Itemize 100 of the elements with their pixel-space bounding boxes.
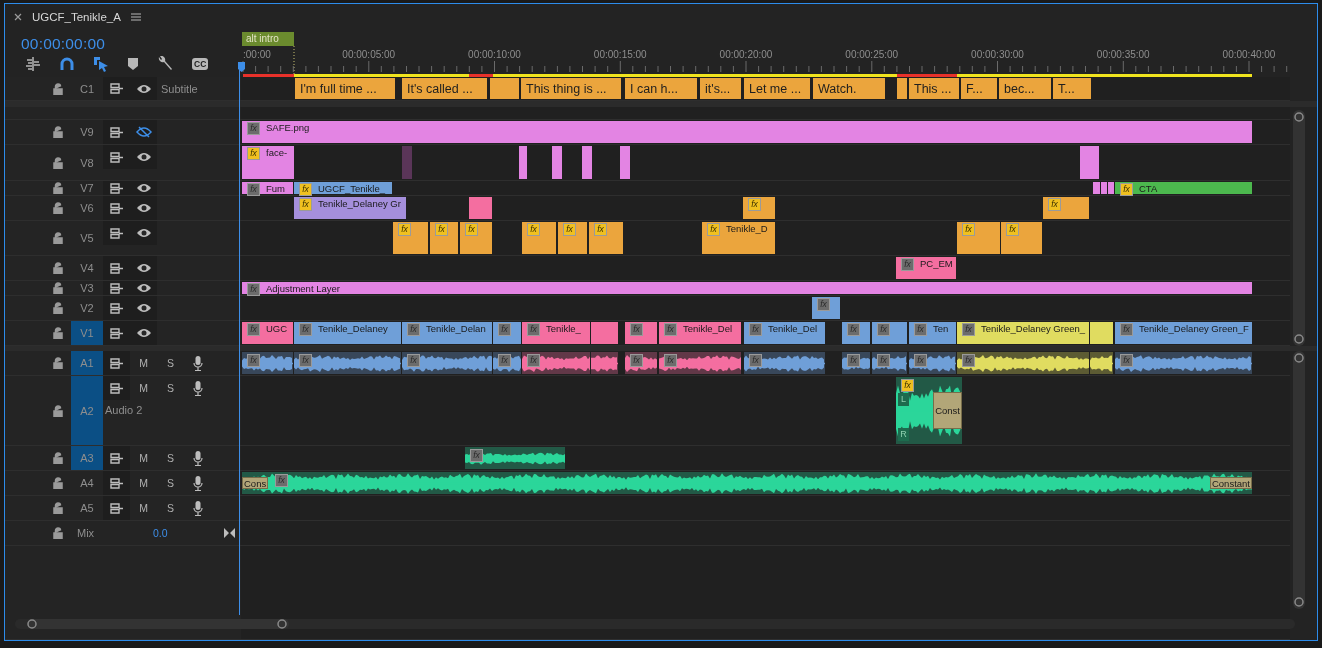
close-icon[interactable] <box>14 13 22 21</box>
video-clip[interactable]: fx Tenikle_Delaney Green_F <box>1115 322 1252 344</box>
solo-button[interactable]: S <box>157 471 184 495</box>
video-clip[interactable]: fx Tenikle_Delaney Green_ <box>957 322 1089 344</box>
video-clip[interactable] <box>1090 322 1113 344</box>
video-clip[interactable]: fx <box>522 222 556 254</box>
track-label[interactable]: C1 <box>71 77 103 100</box>
caption-clip[interactable]: Watch. <box>813 78 885 99</box>
track-toggle-icon[interactable] <box>109 452 124 464</box>
video-clip[interactable]: fx Tenikle_Del <box>659 322 741 344</box>
video-clip[interactable]: fx <box>460 222 492 254</box>
lock-icon[interactable] <box>53 302 63 314</box>
sequence-tab[interactable]: UGCF_Tenikle_A <box>32 11 121 23</box>
track-label[interactable]: V5 <box>71 221 103 255</box>
insert-nest-icon[interactable] <box>25 57 41 71</box>
eye-icon[interactable] <box>135 228 152 238</box>
video-clip[interactable]: fx Fum <box>242 182 293 194</box>
track-label[interactable]: V2 <box>71 296 103 320</box>
eye-icon[interactable] <box>135 283 152 293</box>
lock-icon[interactable] <box>53 156 63 169</box>
wrench-icon[interactable] <box>157 56 173 72</box>
eye-icon[interactable] <box>135 263 152 273</box>
linked-selection-icon[interactable] <box>93 56 109 72</box>
lock-icon[interactable] <box>53 327 63 339</box>
video-clip[interactable]: fx face- <box>242 146 294 179</box>
video-clip[interactable] <box>1101 182 1107 194</box>
audio-clip[interactable]: Cons fx Constant <box>242 472 1252 494</box>
captions-button[interactable]: CC <box>192 58 209 70</box>
lock-icon[interactable] <box>53 202 63 214</box>
audio-clip[interactable] <box>1090 352 1113 374</box>
track-label[interactable]: A5 <box>71 496 103 520</box>
lock-icon[interactable] <box>53 357 63 369</box>
video-clip[interactable]: fx <box>558 222 587 254</box>
video-clip[interactable]: fx UGCF_Tenikle_ <box>294 182 392 194</box>
solo-button[interactable]: S <box>157 351 184 375</box>
video-clip[interactable]: fx <box>1001 222 1042 254</box>
video-clip[interactable]: fx Tenikle_ <box>522 322 590 344</box>
track-toggle-icon[interactable] <box>109 262 124 274</box>
eye-hidden-icon[interactable] <box>135 126 152 138</box>
lock-icon[interactable] <box>53 126 63 138</box>
transition[interactable]: Const <box>933 391 962 430</box>
track-label[interactable]: V6 <box>71 196 103 220</box>
track-toggle-icon[interactable] <box>109 502 124 514</box>
mute-button[interactable]: M <box>130 471 157 495</box>
solo-button[interactable]: S <box>157 446 184 470</box>
video-clip[interactable]: fx Adjustment Layer <box>242 282 1252 294</box>
video-clip[interactable]: fx PC_EM <box>896 257 956 279</box>
video-clip[interactable]: fx Tenikle_Del <box>744 322 825 344</box>
horizontal-scrollbar[interactable] <box>15 618 1295 630</box>
track-toggle-icon[interactable] <box>109 327 124 339</box>
lock-icon[interactable] <box>53 232 63 244</box>
eye-icon[interactable] <box>135 83 152 94</box>
solo-button[interactable]: S <box>157 496 184 520</box>
track-toggle-icon[interactable] <box>109 126 124 138</box>
microphone-icon[interactable] <box>192 355 203 371</box>
caption-clip[interactable]: I can h... <box>625 78 697 99</box>
video-clip[interactable]: fx CTA <box>1115 182 1252 194</box>
video-clip[interactable]: fx UGC <box>242 322 293 344</box>
magnet-icon[interactable] <box>60 57 74 71</box>
lock-icon[interactable] <box>53 452 63 464</box>
microphone-icon[interactable] <box>192 475 203 491</box>
caption-clip[interactable]: Let me ... <box>744 78 810 99</box>
lock-icon[interactable] <box>53 262 63 274</box>
eye-icon[interactable] <box>135 328 152 338</box>
caption-clip[interactable]: F... <box>961 78 997 99</box>
eye-icon[interactable] <box>135 183 152 193</box>
audio-clip[interactable] <box>591 352 618 374</box>
lock-icon[interactable] <box>53 477 63 489</box>
video-clip[interactable]: fx <box>589 222 623 254</box>
mute-button[interactable]: M <box>130 376 157 400</box>
video-clip[interactable] <box>469 197 492 219</box>
caption-clip[interactable]: It's called ... <box>402 78 487 99</box>
video-clip[interactable]: fx <box>1043 197 1089 219</box>
video-clip[interactable] <box>1108 182 1114 194</box>
caption-clip[interactable] <box>490 78 519 99</box>
video-clip[interactable]: fx Tenikle_Delaney Gr <box>294 197 406 219</box>
lock-icon[interactable] <box>53 527 63 539</box>
track-label[interactable]: V7 <box>71 181 103 195</box>
video-clip[interactable] <box>552 146 562 179</box>
mute-button[interactable]: M <box>130 496 157 520</box>
caption-clip[interactable]: This ... <box>909 78 959 99</box>
track-toggle-icon[interactable] <box>109 357 124 369</box>
lock-icon[interactable] <box>53 182 63 194</box>
track-label[interactable]: V4 <box>71 256 103 280</box>
video-clip[interactable]: fx <box>957 222 1000 254</box>
caption-clip[interactable]: bec... <box>999 78 1051 99</box>
track-toggle-icon[interactable] <box>109 302 124 314</box>
track-label[interactable]: A4 <box>71 471 103 495</box>
video-clip[interactable] <box>1093 182 1100 194</box>
caption-clip[interactable]: I'm full time ... <box>295 78 395 99</box>
menu-icon[interactable] <box>130 13 141 21</box>
track-label[interactable]: V3 <box>71 281 103 295</box>
caption-clip[interactable]: T... <box>1053 78 1091 99</box>
triangles-icon[interactable] <box>224 528 235 538</box>
mute-button[interactable]: M <box>130 446 157 470</box>
eye-icon[interactable] <box>135 203 152 213</box>
lock-icon[interactable] <box>53 404 63 417</box>
track-toggle-icon[interactable] <box>109 202 124 214</box>
track-toggle-icon[interactable] <box>109 151 124 163</box>
audio-clip[interactable]: fx L R Const <box>896 377 962 444</box>
